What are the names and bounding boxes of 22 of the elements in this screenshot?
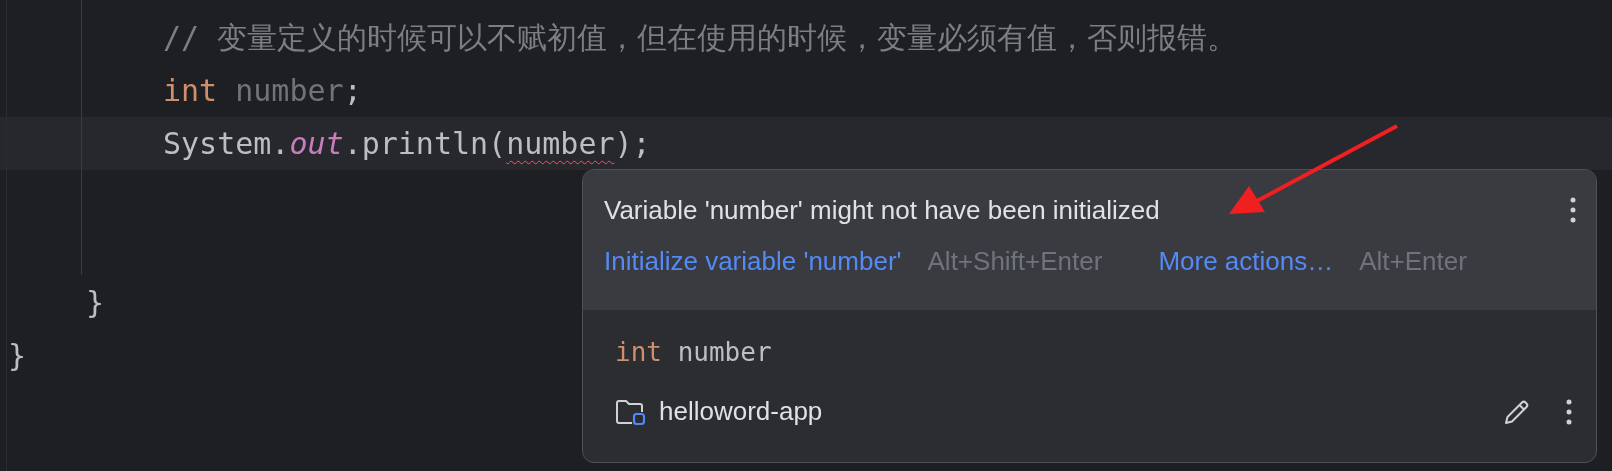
code-error-identifier: number: [506, 126, 615, 161]
code-text: System.: [163, 126, 290, 161]
code-keyword: int: [615, 337, 663, 367]
shortcut-hint: Alt+Enter: [1359, 246, 1467, 277]
code-text: number: [677, 337, 772, 367]
more-options-icon[interactable]: [1570, 197, 1576, 223]
code-text: }: [86, 285, 105, 320]
code-text: ;: [343, 73, 362, 108]
code-text: .println(: [343, 126, 507, 161]
warning-message: Variable 'number' might not have been initialized: [604, 194, 1160, 226]
code-keyword: int: [163, 73, 219, 108]
shortcut-hint: Alt+Shift+Enter: [927, 246, 1103, 277]
module-name: helloword-app: [659, 396, 824, 427]
quick-fix-link[interactable]: Initialize variable 'number': [604, 246, 902, 277]
code-comment: // 变量定义的时候可以不赋初值，但在使用的时候，变量必须有值，否则报错。: [163, 20, 1238, 55]
folder-icon: [615, 397, 645, 426]
code-text: );: [614, 126, 651, 161]
quick-fix-link[interactable]: More actions…: [1158, 246, 1334, 277]
code-text: }: [8, 338, 27, 373]
code-identifier: number: [235, 73, 344, 108]
code-field: out: [289, 126, 344, 161]
more-options-icon[interactable]: [1566, 398, 1572, 425]
